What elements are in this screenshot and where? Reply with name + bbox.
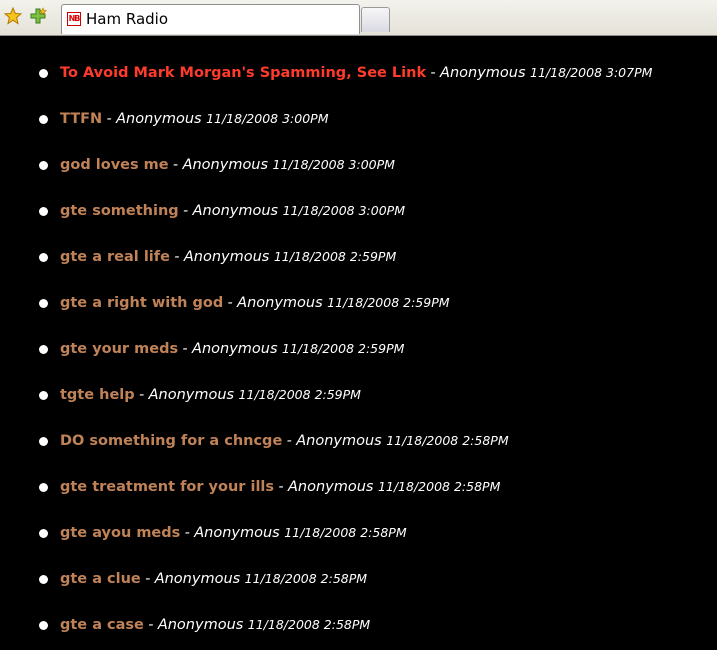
tab-ham-radio[interactable]: NB Ham Radio <box>61 4 360 34</box>
bullet-icon <box>39 575 48 584</box>
post-line: gte a real life - Anonymous 11/18/2008 2… <box>60 248 396 266</box>
list-item: DO something for a chncge - Anonymous 11… <box>0 420 717 466</box>
post-title-link[interactable]: gte a clue <box>60 571 141 587</box>
post-line: TTFN - Anonymous 11/18/2008 3:00PM <box>60 110 328 128</box>
post-author: Anonymous <box>148 387 235 403</box>
post-title-link[interactable]: gte something <box>60 203 179 219</box>
post-author: Anonymous <box>182 157 269 173</box>
post-title-link[interactable]: tgte help <box>60 387 135 403</box>
post-date: 11/18/2008 2:58PM <box>284 525 407 540</box>
post-line: gte something - Anonymous 11/18/2008 3:0… <box>60 202 405 220</box>
list-item: gte your meds - Anonymous 11/18/2008 2:5… <box>0 328 717 374</box>
separator: - <box>178 203 193 219</box>
separator: - <box>143 617 158 633</box>
separator: - <box>169 249 184 265</box>
post-title-link[interactable]: gte a real life <box>60 249 170 265</box>
post-date: 11/18/2008 2:59PM <box>238 387 361 402</box>
post-line: DO something for a chncge - Anonymous 11… <box>60 432 509 450</box>
post-date: 11/18/2008 2:58PM <box>247 617 371 632</box>
post-date: 11/18/2008 2:59PM <box>327 295 450 310</box>
post-title-link[interactable]: gte a right with god <box>60 295 223 311</box>
post-line: gte treatment for your ills - Anonymous … <box>60 478 500 496</box>
post-date: 11/18/2008 2:59PM <box>282 341 405 356</box>
post-line: gte a right with god - Anonymous 11/18/2… <box>60 294 450 312</box>
post-line: tgte help - Anonymous 11/18/2008 2:59PM <box>60 386 361 404</box>
separator: - <box>168 157 183 173</box>
post-author: Anonymous <box>287 479 374 495</box>
separator: - <box>180 525 195 541</box>
post-title-link[interactable]: gte treatment for your ills <box>60 479 274 495</box>
post-author: Anonymous <box>237 295 323 311</box>
post-list: To Avoid Mark Morgan's Spamming, See Lin… <box>0 52 717 650</box>
post-line: gte a case - Anonymous 11/18/2008 2:58PM <box>60 616 370 634</box>
post-author: Anonymous <box>116 111 202 127</box>
separator: - <box>102 111 117 127</box>
bullet-icon <box>39 299 48 308</box>
post-date: 11/18/2008 3:00PM <box>272 157 395 172</box>
post-date: 11/18/2008 2:58PM <box>244 571 368 586</box>
list-item: gte a right with god - Anonymous 11/18/2… <box>0 282 717 328</box>
list-item: gte a clue - Anonymous 11/18/2008 2:58PM <box>0 558 717 604</box>
post-title-link[interactable]: gte a case <box>60 617 144 633</box>
post-date: 11/18/2008 3:00PM <box>206 111 329 126</box>
add-bookmark-icon[interactable] <box>29 7 47 25</box>
post-date: 11/18/2008 2:58PM <box>377 479 501 494</box>
bullet-icon <box>39 345 48 354</box>
post-date: 11/18/2008 2:59PM <box>273 249 397 264</box>
list-item: TTFN - Anonymous 11/18/2008 3:00PM <box>0 98 717 144</box>
separator: - <box>282 433 297 449</box>
bullet-icon <box>39 621 48 630</box>
separator: - <box>178 341 193 357</box>
bullet-icon <box>39 253 48 262</box>
post-line: gte a clue - Anonymous 11/18/2008 2:58PM <box>60 570 367 588</box>
bullet-icon <box>39 529 48 538</box>
post-date: 11/18/2008 3:00PM <box>282 203 405 218</box>
post-line: gte your meds - Anonymous 11/18/2008 2:5… <box>60 340 404 358</box>
post-title-link[interactable]: TTFN <box>60 111 102 127</box>
bullet-icon <box>39 391 48 400</box>
post-date: 11/18/2008 3:07PM <box>530 65 653 80</box>
separator: - <box>140 571 155 587</box>
post-title-link[interactable]: DO something for a chncge <box>60 433 282 449</box>
list-item: gte something - Anonymous 11/18/2008 3:0… <box>0 190 717 236</box>
post-line: gte ayou meds - Anonymous 11/18/2008 2:5… <box>60 524 407 542</box>
post-date: 11/18/2008 2:58PM <box>386 433 509 448</box>
bullet-icon <box>39 483 48 492</box>
separator: - <box>426 65 441 81</box>
post-author: Anonymous <box>440 65 526 81</box>
separator: - <box>223 295 238 311</box>
favicon-icon: NB <box>67 12 81 26</box>
bullet-icon <box>39 437 48 446</box>
post-author: Anonymous <box>154 571 241 587</box>
separator: - <box>134 387 149 403</box>
bullet-icon <box>39 161 48 170</box>
post-author: Anonymous <box>296 433 382 449</box>
list-item: To Avoid Mark Morgan's Spamming, See Lin… <box>0 52 717 98</box>
list-item: gte a case - Anonymous 11/18/2008 2:58PM <box>0 604 717 650</box>
star-icon[interactable] <box>4 7 22 25</box>
list-item: gte treatment for your ills - Anonymous … <box>0 466 717 512</box>
separator: - <box>274 479 288 495</box>
bullet-icon <box>39 115 48 124</box>
bullet-icon <box>39 207 48 216</box>
bullet-icon <box>39 69 48 78</box>
post-author: Anonymous <box>192 203 279 219</box>
browser-tab-strip: NB Ham Radio <box>0 0 717 36</box>
tab-title: Ham Radio <box>86 10 169 28</box>
list-item: god loves me - Anonymous 11/18/2008 3:00… <box>0 144 717 190</box>
post-title-link[interactable]: gte ayou meds <box>60 525 180 541</box>
list-item: tgte help - Anonymous 11/18/2008 2:59PM <box>0 374 717 420</box>
list-item: gte ayou meds - Anonymous 11/18/2008 2:5… <box>0 512 717 558</box>
post-author: Anonymous <box>194 525 280 541</box>
post-author: Anonymous <box>183 249 270 265</box>
post-author: Anonymous <box>192 341 278 357</box>
post-title-link[interactable]: To Avoid Mark Morgan's Spamming, See Lin… <box>60 65 426 81</box>
list-item: gte a real life - Anonymous 11/18/2008 2… <box>0 236 717 282</box>
post-line: To Avoid Mark Morgan's Spamming, See Lin… <box>60 64 652 82</box>
post-title-link[interactable]: god loves me <box>60 157 169 173</box>
post-title-link[interactable]: gte your meds <box>60 341 178 357</box>
post-author: Anonymous <box>157 617 244 633</box>
new-tab-button[interactable] <box>361 7 390 32</box>
post-line: god loves me - Anonymous 11/18/2008 3:00… <box>60 156 395 174</box>
